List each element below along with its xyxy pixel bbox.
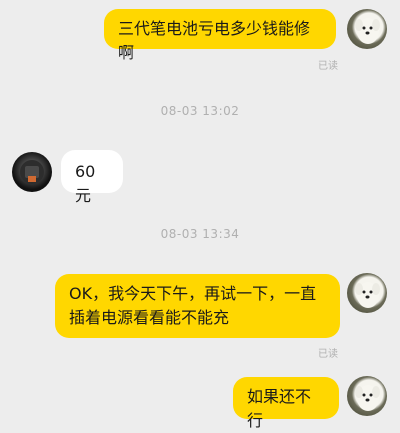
- timestamp: 08-03 13:02: [160, 104, 240, 118]
- my-avatar[interactable]: [347, 376, 387, 416]
- message-text: 三代笔电池亏电多少钱能修啊: [118, 19, 311, 62]
- read-status: 已读: [318, 61, 338, 72]
- dog-icon: [355, 385, 380, 411]
- message-bubble-sent[interactable]: OK，我今天下午，再试一下，一直插着电源看看能不能充: [55, 274, 340, 338]
- message-bubble-sent[interactable]: 如果还不行: [233, 377, 339, 430]
- my-avatar[interactable]: [347, 273, 387, 313]
- dog-icon: [355, 18, 380, 44]
- message-bubble-received[interactable]: 60元: [61, 150, 123, 205]
- timestamp: 08-03 13:34: [160, 227, 240, 241]
- read-status: 已读: [318, 349, 338, 360]
- message-bubble-sent[interactable]: 三代笔电池亏电多少钱能修啊: [104, 9, 336, 62]
- message-text: 如果还不行: [247, 387, 312, 430]
- contact-avatar-image: [20, 160, 44, 184]
- message-text: OK，我今天下午，再试一下，一直插着电源看看能不能充: [69, 284, 317, 327]
- contact-avatar[interactable]: [12, 152, 52, 192]
- my-avatar[interactable]: [347, 9, 387, 49]
- dog-icon: [355, 282, 380, 308]
- chat-screen: 三代笔电池亏电多少钱能修啊 已读 08-03 13:02 60元 08-03 1…: [0, 0, 400, 430]
- message-text: 60元: [75, 162, 96, 205]
